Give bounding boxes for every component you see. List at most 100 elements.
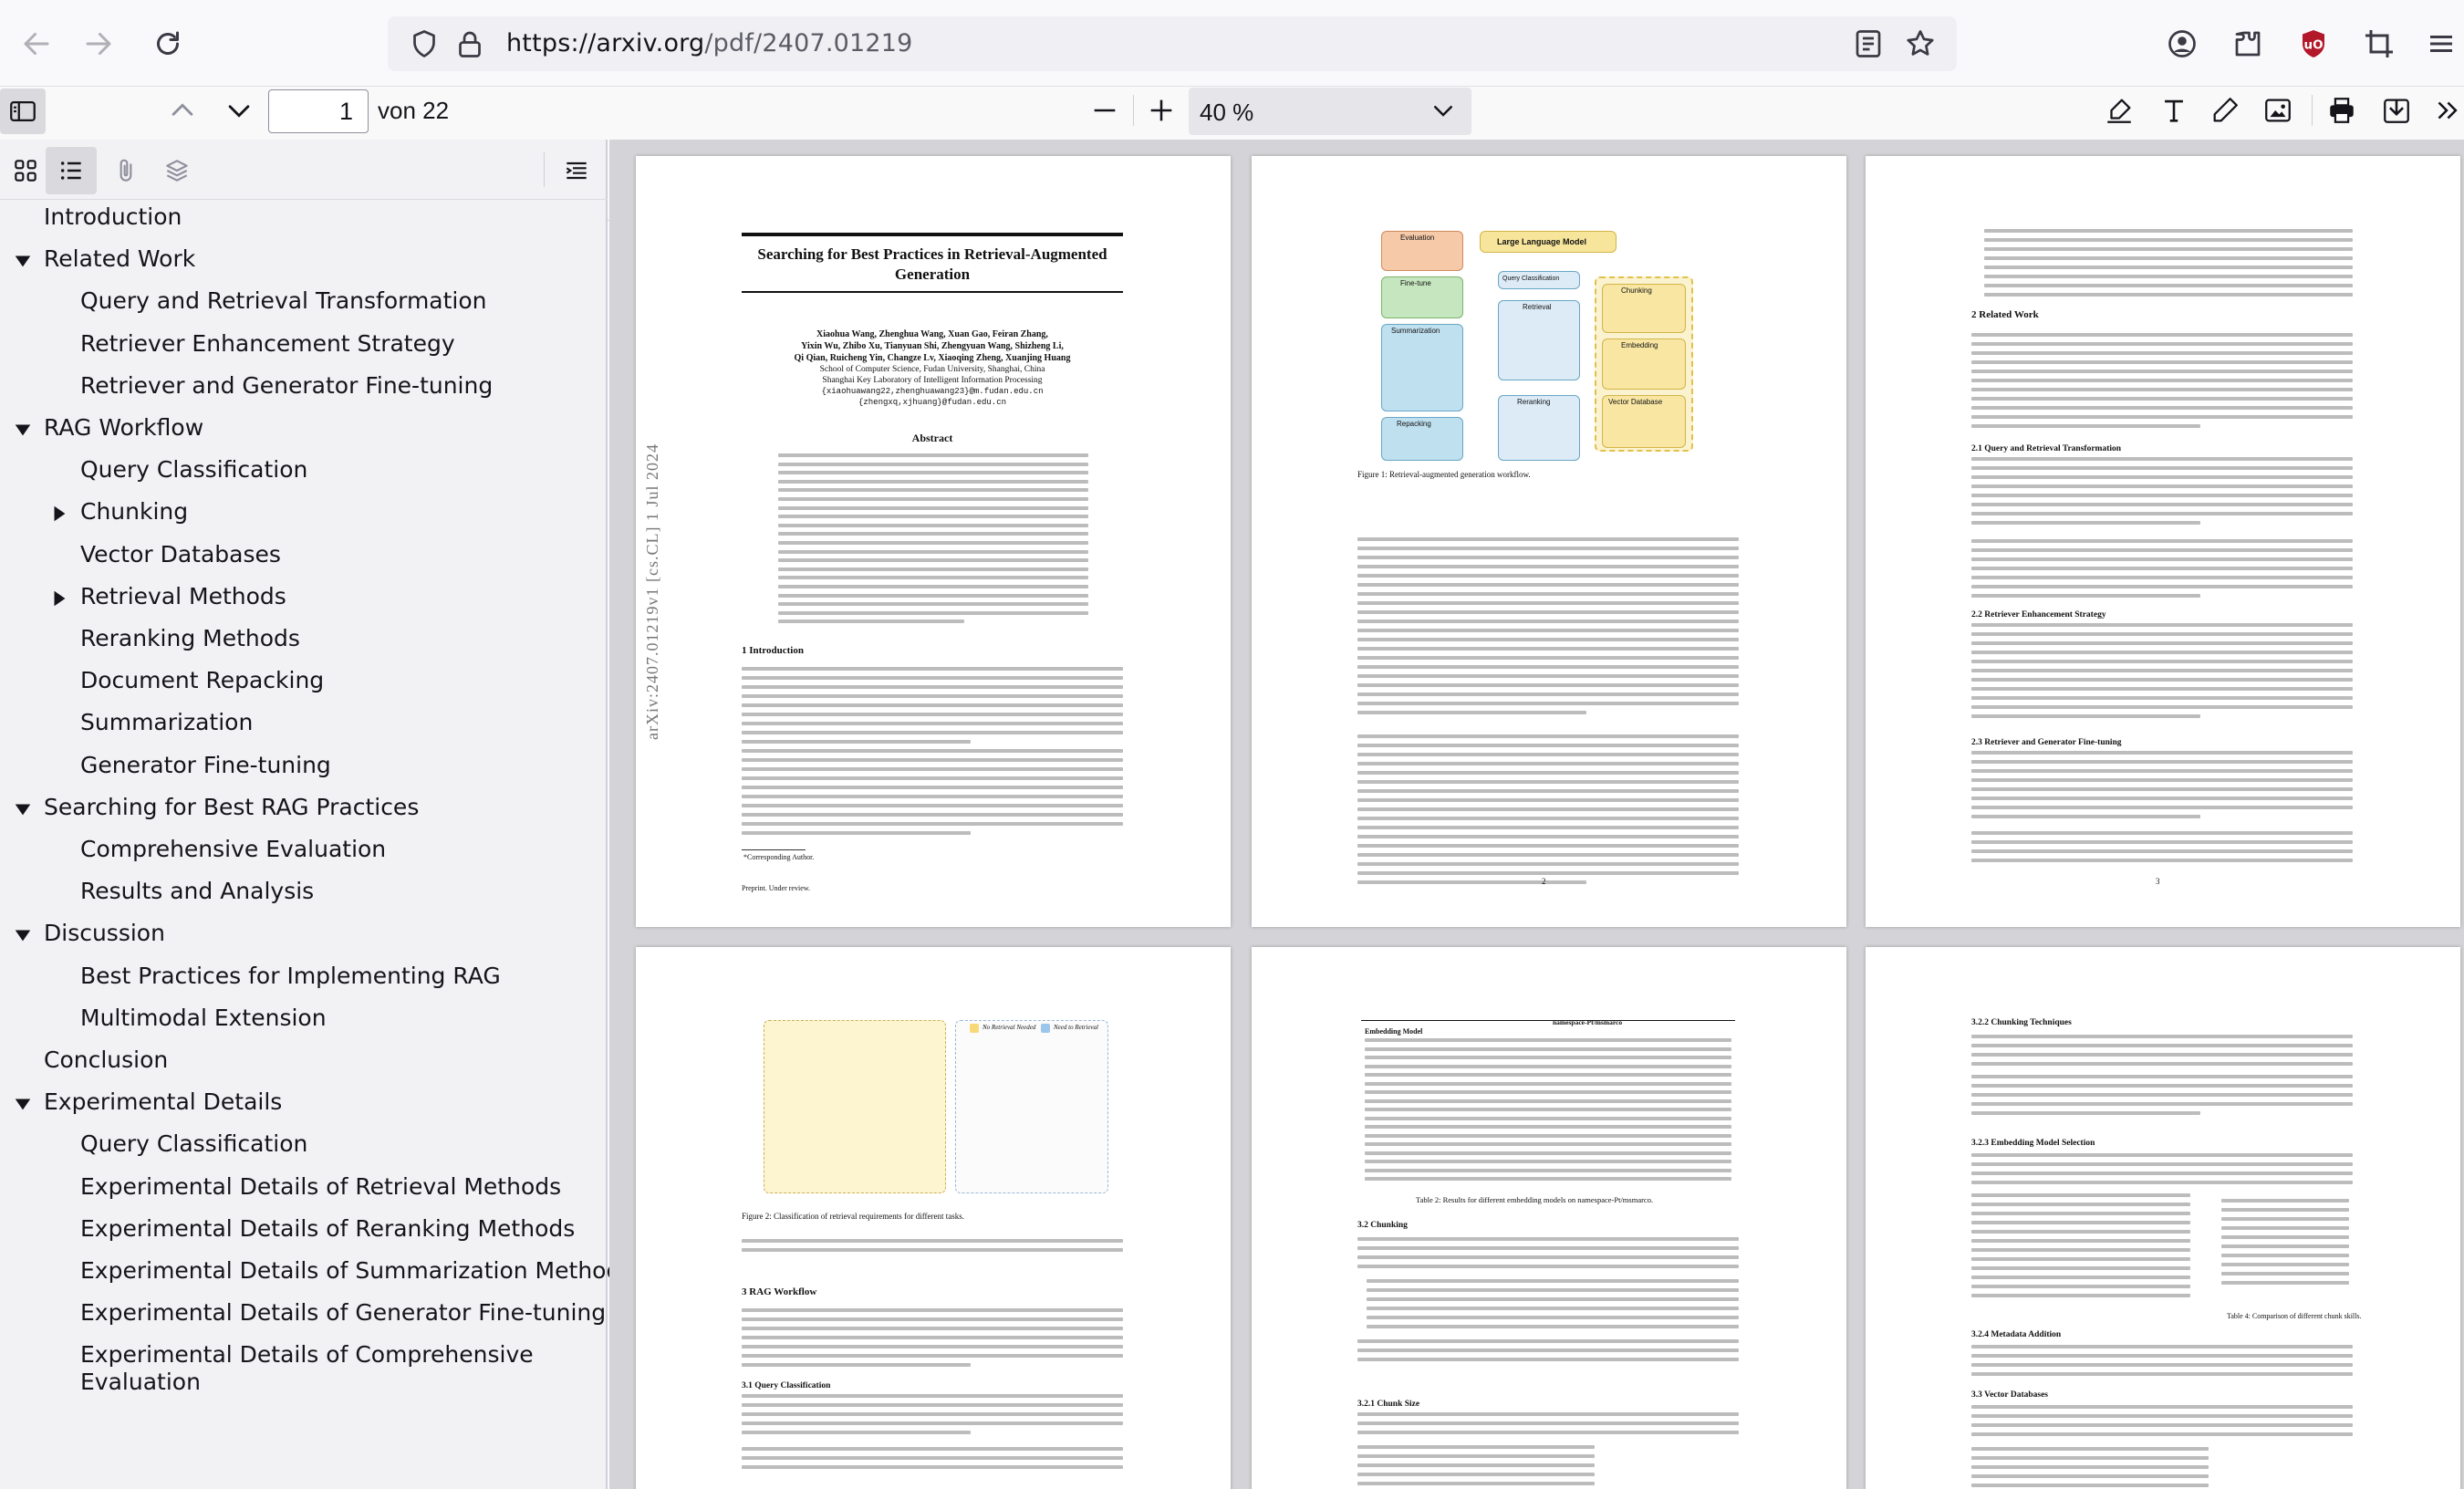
url-text[interactable]: https://arxiv.org/pdf/2407.01219	[506, 29, 913, 57]
outline-item-continuation[interactable]: Evaluation	[80, 1369, 201, 1395]
find-current-outline-item-button[interactable]	[551, 147, 602, 194]
body-text-line	[742, 1456, 1123, 1460]
outline-item[interactable]: Document Repacking	[80, 667, 324, 693]
body-text-line	[1971, 475, 2353, 479]
body-text-line	[1971, 651, 2353, 654]
outline-item[interactable]: Experimental Details	[44, 1088, 282, 1115]
collapsed-triangle-icon[interactable]	[49, 588, 69, 609]
outline-item[interactable]: Comprehensive Evaluation	[80, 836, 386, 862]
body-text-line	[1367, 1297, 1739, 1301]
outline-item[interactable]: Experimental Details of Reranking Method…	[80, 1215, 575, 1242]
body-text-line	[742, 1394, 1123, 1398]
outline-item[interactable]: Multimodal Extension	[80, 1005, 327, 1031]
body-text-line	[1357, 862, 1739, 866]
layers-tab[interactable]	[151, 147, 203, 194]
forward-button[interactable]	[73, 18, 124, 69]
outline-item[interactable]: Discussion	[44, 920, 165, 946]
collapsed-triangle-icon[interactable]	[49, 504, 69, 524]
outline-item[interactable]: Retrieval Methods	[80, 583, 286, 609]
outline-item[interactable]: Summarization	[80, 709, 253, 735]
section-2-1-heading: 2.1 Query and Retrieval Transformation	[1971, 444, 2122, 453]
outline-icon	[60, 161, 81, 180]
outline-item[interactable]: Retriever and Generator Fine-tuning	[80, 372, 493, 399]
reader-view-icon[interactable]	[1852, 27, 1885, 60]
body-text-line	[1357, 592, 1739, 596]
back-button[interactable]	[11, 18, 62, 69]
body-text-line	[1971, 557, 2353, 561]
outline-item[interactable]: Introduction	[44, 203, 182, 230]
zoom-select[interactable]: 40 %	[1189, 88, 1471, 135]
thumbnails-tab[interactable]	[0, 147, 51, 194]
figure-box-embedding: Embedding	[1602, 338, 1686, 390]
body-text-line	[2221, 1208, 2349, 1212]
section-3-2-1-heading: 3.2.1 Chunk Size	[1357, 1400, 1420, 1409]
extensions-button[interactable]	[2222, 18, 2273, 69]
outline-item[interactable]: Reranking Methods	[80, 625, 300, 651]
zoom-in-button[interactable]	[1138, 88, 1184, 133]
previous-page-button[interactable]	[162, 88, 203, 133]
outline-item[interactable]: Experimental Details of Summarization Me…	[80, 1257, 632, 1284]
draw-button[interactable]	[2202, 88, 2248, 133]
outline-item[interactable]: Chunking	[80, 498, 188, 525]
body-text-line	[742, 1421, 1123, 1425]
section-3-2-heading: 3.2 Chunking	[1357, 1221, 1408, 1230]
expanded-triangle-icon[interactable]	[13, 799, 33, 819]
outline-item[interactable]: Retriever Enhancement Strategy	[80, 330, 455, 357]
expanded-triangle-icon[interactable]	[13, 251, 33, 271]
outline-item[interactable]: Query Classification	[80, 1130, 307, 1157]
more-tools-button[interactable]	[2430, 88, 2463, 133]
shield-icon[interactable]	[408, 27, 441, 60]
outline-item[interactable]: Experimental Details of Generator Fine-t…	[80, 1299, 606, 1326]
body-text-line	[742, 804, 1123, 807]
outline-item[interactable]: Generator Fine-tuning	[80, 752, 331, 778]
add-image-button[interactable]	[2255, 88, 2301, 133]
body-text-line	[1971, 778, 2353, 782]
page-number-input[interactable]: 1	[268, 89, 369, 133]
account-button[interactable]	[2157, 18, 2208, 69]
body-text-line	[1971, 1276, 2190, 1279]
expanded-triangle-icon[interactable]	[13, 420, 33, 440]
table-2-caption: Table 2: Results for different embedding…	[1416, 1195, 1654, 1204]
outline-item[interactable]: Best Practices for Implementing RAG	[80, 963, 501, 989]
print-button[interactable]	[2319, 88, 2365, 133]
outline-item[interactable]: Experimental Details of Retrieval Method…	[80, 1173, 561, 1200]
body-text-line	[1984, 229, 2353, 233]
attachments-tab[interactable]	[100, 147, 151, 194]
pdf-viewer[interactable]: arXiv:2407.01219v1 [cs.CL] 1 Jul 2024 Se…	[609, 140, 2464, 1489]
reload-button[interactable]	[142, 18, 193, 69]
body-text-line	[778, 488, 1088, 493]
crop-button[interactable]	[2354, 18, 2405, 69]
bookmark-star-icon[interactable]	[1904, 27, 1937, 60]
body-text-line	[1971, 494, 2353, 497]
save-button[interactable]	[2374, 88, 2419, 133]
outline-item[interactable]: Related Work	[44, 245, 195, 272]
next-page-button[interactable]	[219, 88, 259, 133]
outline-item[interactable]: Searching for Best RAG Practices	[44, 794, 419, 820]
outline-item[interactable]: Vector Databases	[80, 541, 281, 567]
body-text-line	[742, 1317, 1123, 1321]
outline-tab[interactable]	[46, 147, 97, 194]
outline-item[interactable]: Conclusion	[44, 1046, 168, 1073]
body-text-line	[742, 786, 1123, 789]
body-text-line	[742, 767, 1123, 771]
sidebar-toggle-button[interactable]	[0, 89, 46, 134]
text-tool-button[interactable]	[2151, 88, 2197, 133]
ublock-button[interactable]: uO	[2288, 18, 2339, 69]
outline-item[interactable]: Query Classification	[80, 456, 307, 483]
body-text-line	[1971, 1405, 2353, 1409]
body-text-line	[1971, 669, 2353, 672]
expanded-triangle-icon[interactable]	[13, 1094, 33, 1114]
zoom-out-button[interactable]	[1082, 88, 1128, 133]
menu-button[interactable]	[2416, 18, 2464, 69]
outline-item[interactable]: Results and Analysis	[80, 878, 314, 904]
address-bar[interactable]: https://arxiv.org/pdf/2407.01219	[388, 16, 1957, 71]
outline-item[interactable]: Query and Retrieval Transformation	[80, 287, 487, 314]
account-icon	[2168, 30, 2196, 57]
highlight-button[interactable]	[2096, 88, 2142, 133]
outline-item[interactable]: RAG Workflow	[44, 414, 203, 441]
body-text-line	[1971, 512, 2353, 515]
outline-item[interactable]: Experimental Details of Comprehensive	[80, 1341, 534, 1368]
expanded-triangle-icon[interactable]	[13, 925, 33, 945]
lock-icon[interactable]	[453, 27, 486, 60]
body-text-line	[1971, 660, 2353, 663]
